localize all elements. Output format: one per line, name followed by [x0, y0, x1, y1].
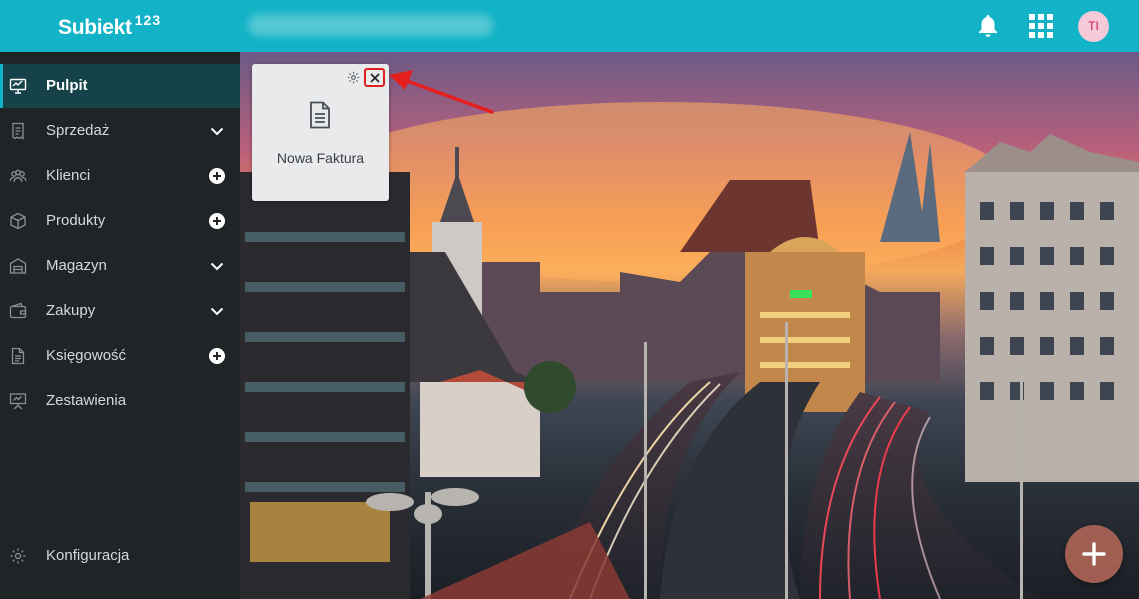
sidebar-item-pulpit[interactable]: Pulpit [0, 64, 240, 108]
receipt-icon [12, 122, 24, 140]
add-icon[interactable] [209, 213, 225, 229]
sidebar-item-klienci[interactable]: Klienci [0, 154, 240, 198]
sidebar-item-sprzedaz[interactable]: Sprzedaż [0, 109, 240, 153]
top-bar: Subiekt 123 TI [0, 0, 1139, 52]
app-logo[interactable]: Subiekt 123 [58, 12, 161, 40]
gear-icon [10, 548, 26, 564]
sidebar-item-label: Magazyn [46, 257, 107, 274]
sidebar-item-label: Pulpit [46, 77, 88, 94]
blurred-company-name [248, 14, 493, 36]
annotation-arrow [389, 70, 494, 114]
widget-label: Nowa Faktura [276, 150, 365, 166]
warehouse-icon [9, 258, 27, 274]
sidebar-item-label: Sprzedaż [46, 122, 110, 139]
sidebar-item-ksiegowosc[interactable]: Księgowość [0, 334, 240, 378]
gear-icon[interactable] [347, 71, 360, 84]
sidebar-item-label: Produkty [46, 212, 106, 229]
desktop-icon [9, 78, 27, 94]
chevron-down-icon[interactable] [209, 123, 225, 139]
add-icon[interactable] [209, 348, 225, 364]
plus-icon [1082, 542, 1106, 566]
users-icon [9, 169, 27, 183]
user-avatar[interactable]: TI [1078, 11, 1109, 42]
presentation-icon [9, 393, 27, 410]
document-icon [11, 347, 25, 365]
sidebar-item-konfiguracja[interactable]: Konfiguracja [0, 534, 240, 578]
box-icon [10, 212, 26, 230]
sidebar-item-label: Zakupy [46, 302, 96, 319]
close-icon [370, 73, 380, 83]
sidebar-item-label: Księgowość [46, 347, 127, 364]
sidebar-item-zakupy[interactable]: Zakupy [0, 289, 240, 333]
sidebar-item-zestawienia[interactable]: Zestawienia [0, 379, 240, 423]
sidebar: Pulpit Sprzedaż Klienci Produkty Magazyn… [0, 52, 240, 599]
wallet-icon [9, 302, 27, 319]
widget-nowa-faktura[interactable]: Nowa Faktura [252, 64, 389, 201]
sidebar-item-label: Konfiguracja [46, 547, 130, 564]
apps-grid-icon[interactable] [1029, 14, 1053, 38]
bell-icon[interactable] [976, 13, 1000, 39]
floating-add-button[interactable] [1065, 525, 1123, 583]
sidebar-item-produkty[interactable]: Produkty [0, 199, 240, 243]
sidebar-item-label: Zestawienia [46, 392, 127, 409]
chevron-down-icon[interactable] [209, 303, 225, 319]
sidebar-item-magazyn[interactable]: Magazyn [0, 244, 240, 288]
add-icon[interactable] [209, 168, 225, 184]
sidebar-item-label: Klienci [46, 167, 91, 184]
document-icon [310, 101, 330, 129]
close-button[interactable] [364, 68, 385, 87]
chevron-down-icon[interactable] [209, 258, 225, 274]
